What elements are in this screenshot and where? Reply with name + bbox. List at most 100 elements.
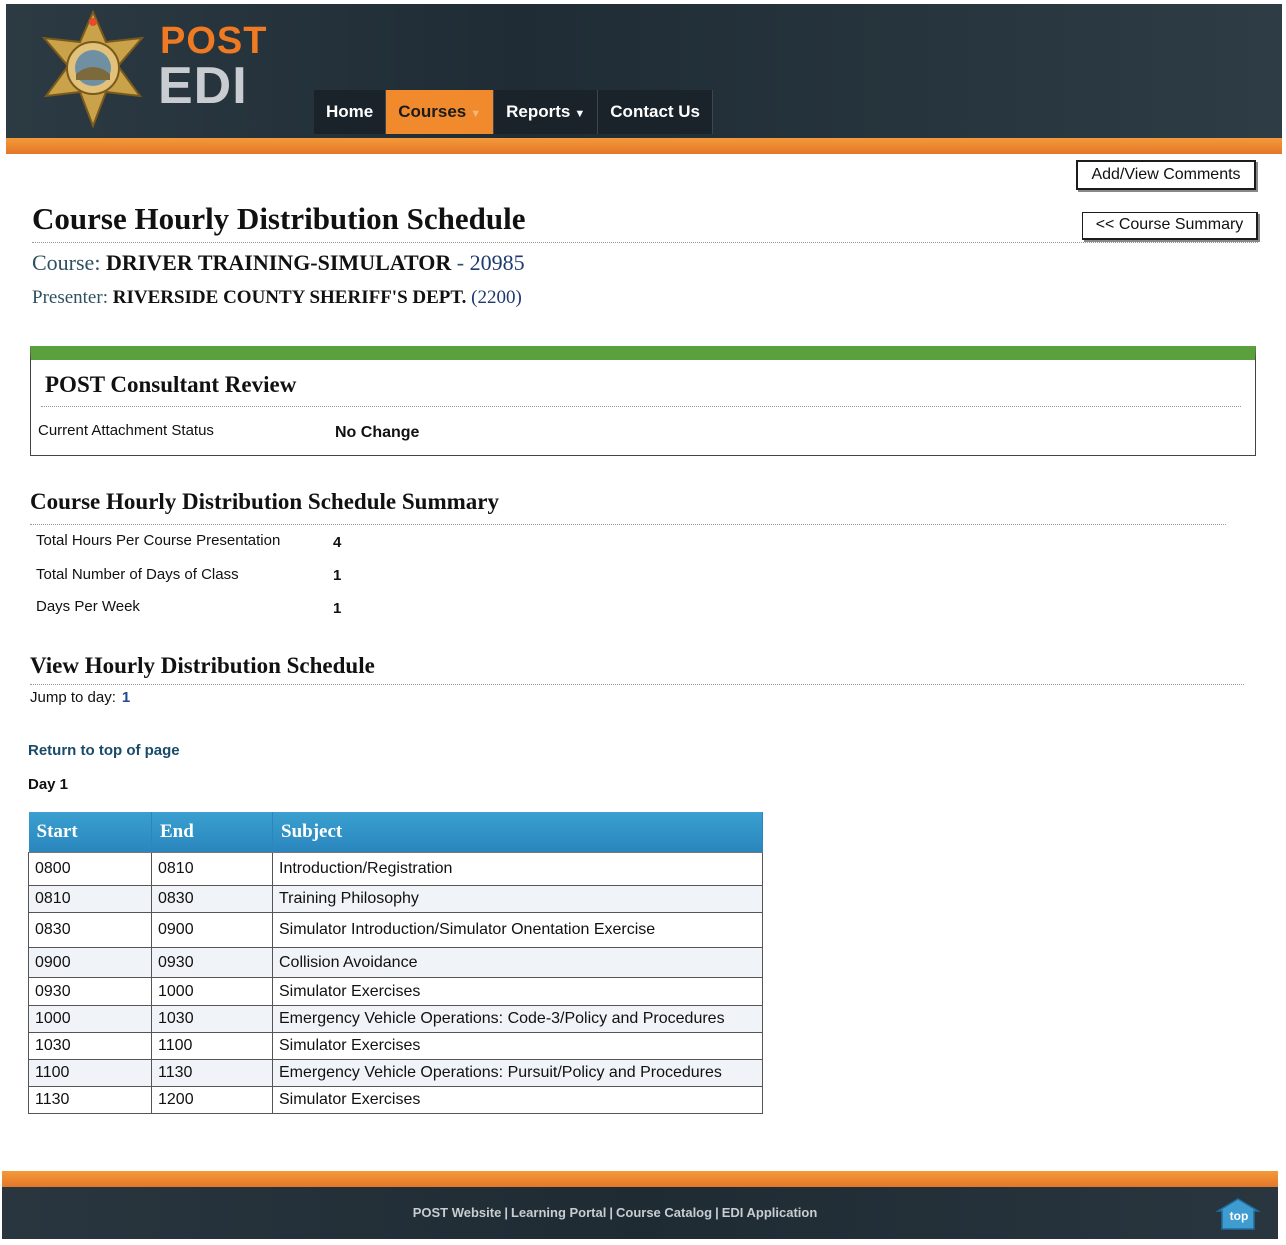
summary-value: 4 bbox=[333, 534, 342, 551]
course-summary-button[interactable]: << Course Summary bbox=[1082, 212, 1258, 240]
cell-end: 1100 bbox=[151, 1032, 273, 1060]
footer-separator: | bbox=[504, 1205, 508, 1220]
cell-end: 0830 bbox=[151, 885, 273, 913]
nav-courses[interactable]: Courses ▼ bbox=[386, 90, 495, 134]
column-header-subject: Subject bbox=[272, 812, 763, 853]
presenter-number: (2200) bbox=[471, 287, 522, 308]
title-divider bbox=[32, 242, 1258, 243]
cell-end: 1000 bbox=[151, 977, 273, 1006]
table-row: 0930 1000 Simulator Exercises bbox=[28, 977, 763, 1006]
table-row: 1000 1030 Emergency Vehicle Operations: … bbox=[28, 1005, 763, 1033]
cell-start: 1130 bbox=[28, 1086, 152, 1114]
nav-contact-label: Contact Us bbox=[610, 102, 701, 121]
cell-subject: Simulator Exercises bbox=[272, 1032, 763, 1060]
nav-reports[interactable]: Reports ▼ bbox=[494, 90, 599, 134]
cell-start: 1030 bbox=[28, 1032, 152, 1060]
cell-end: 1130 bbox=[151, 1059, 273, 1087]
table-header-row: Start End Subject bbox=[28, 812, 763, 853]
footer-accent-bar bbox=[2, 1171, 1278, 1187]
cell-end: 1030 bbox=[151, 1005, 273, 1033]
cell-subject: Simulator Exercises bbox=[272, 1086, 763, 1114]
course-number: 20985 bbox=[469, 250, 525, 275]
summary-value: 1 bbox=[333, 600, 342, 617]
table-row: 0900 0930 Collision Avoidance bbox=[28, 947, 763, 978]
site-footer: POST Website | Learning Portal | Course Cata… bbox=[2, 1187, 1278, 1239]
cell-subject: Introduction/Registration bbox=[272, 852, 763, 886]
dropdown-caret-icon: ▼ bbox=[470, 108, 482, 120]
nav-courses-label: Courses bbox=[398, 102, 467, 121]
footer-link-course-catalog[interactable]: Course Catalog bbox=[616, 1205, 712, 1220]
column-header-start: Start bbox=[28, 812, 152, 853]
attachment-status-value: No Change bbox=[335, 424, 420, 441]
badge-logo-icon[interactable] bbox=[34, 8, 152, 130]
footer-separator: | bbox=[609, 1205, 613, 1220]
summary-label: Total Number of Days of Class bbox=[36, 566, 239, 583]
nav-contact[interactable]: Contact Us bbox=[598, 90, 714, 134]
cell-subject: Simulator Exercises bbox=[272, 977, 763, 1006]
day-heading: Day 1 bbox=[28, 776, 69, 793]
summary-title: Course Hourly Distribution Schedule Summ… bbox=[30, 489, 499, 514]
page-title: Course Hourly Distribution Schedule bbox=[32, 201, 526, 236]
summary-divider bbox=[30, 524, 1226, 525]
column-header-end: End bbox=[151, 812, 273, 853]
jump-to-day: Jump to day: 1 bbox=[30, 689, 130, 706]
summary-label: Days Per Week bbox=[36, 598, 140, 615]
footer-separator: | bbox=[715, 1205, 719, 1220]
nav-home[interactable]: Home bbox=[314, 90, 387, 134]
schedule-divider bbox=[30, 684, 1244, 685]
course-name: DRIVER TRAINING-SIMULATOR bbox=[105, 250, 452, 275]
logo-post-text: POST bbox=[160, 20, 268, 62]
footer-link-learning-portal[interactable]: Learning Portal bbox=[511, 1205, 606, 1220]
table-row: 0810 0830 Training Philosophy bbox=[28, 885, 763, 913]
cell-subject: Simulator Introduction/Simulator Onentat… bbox=[272, 912, 763, 948]
review-title: POST Consultant Review bbox=[45, 372, 297, 397]
presenter-name: RIVERSIDE COUNTY SHERIFF'S DEPT. bbox=[112, 287, 467, 308]
add-view-comments-button[interactable]: Add/View Comments bbox=[1076, 160, 1256, 190]
course-label: Course: bbox=[32, 250, 101, 275]
schedule-title: View Hourly Distribution Schedule bbox=[30, 653, 375, 678]
cell-start: 0900 bbox=[28, 947, 152, 978]
schedule-table: Start End Subject 0800 0810 Introduction… bbox=[28, 812, 763, 1114]
table-row: 0830 0900 Simulator Introduction/Simulat… bbox=[28, 912, 763, 948]
header-accent-bar bbox=[6, 138, 1282, 154]
logo-edi-text: EDI bbox=[158, 57, 248, 115]
cell-start: 1100 bbox=[28, 1059, 152, 1087]
return-to-top-link[interactable]: Return to top of page bbox=[28, 742, 180, 759]
cell-end: 0810 bbox=[151, 852, 273, 886]
cell-end: 0900 bbox=[151, 912, 273, 948]
table-row: 1030 1100 Simulator Exercises bbox=[28, 1032, 763, 1060]
cell-start: 1000 bbox=[28, 1005, 152, 1033]
cell-start: 0810 bbox=[28, 885, 152, 913]
cell-start: 0830 bbox=[28, 912, 152, 948]
consultant-review-panel: POST Consultant Review Current Attachmen… bbox=[30, 346, 1256, 456]
cell-end: 0930 bbox=[151, 947, 273, 978]
cell-subject: Training Philosophy bbox=[272, 885, 763, 913]
top-button-label[interactable]: top bbox=[1222, 1209, 1256, 1223]
cell-subject: Collision Avoidance bbox=[272, 947, 763, 978]
table-row: 1100 1130 Emergency Vehicle Operations: … bbox=[28, 1059, 763, 1087]
cell-subject: Emergency Vehicle Operations: Pursuit/Po… bbox=[272, 1059, 763, 1087]
review-divider bbox=[41, 406, 1241, 407]
table-row: 0800 0810 Introduction/Registration bbox=[28, 852, 763, 886]
jump-label: Jump to day: bbox=[30, 689, 116, 706]
dropdown-caret-icon: ▼ bbox=[574, 108, 586, 120]
cell-subject: Emergency Vehicle Operations: Code-3/Pol… bbox=[272, 1005, 763, 1033]
presenter-line: Presenter: RIVERSIDE COUNTY SHERIFF'S DE… bbox=[32, 287, 522, 309]
nav-home-label: Home bbox=[326, 102, 374, 121]
presenter-label: Presenter: bbox=[32, 287, 108, 308]
cell-end: 1200 bbox=[151, 1086, 273, 1114]
jump-day-link[interactable]: 1 bbox=[122, 689, 130, 706]
footer-link-post-website[interactable]: POST Website bbox=[413, 1205, 502, 1220]
summary-value: 1 bbox=[333, 567, 342, 584]
course-line: Course: DRIVER TRAINING-SIMULATOR - 2098… bbox=[32, 250, 525, 276]
nav-reports-label: Reports bbox=[506, 102, 571, 121]
cell-start: 0930 bbox=[28, 977, 152, 1006]
course-separator: - bbox=[451, 250, 470, 275]
table-row: 1130 1200 Simulator Exercises bbox=[28, 1086, 763, 1114]
cell-start: 0800 bbox=[28, 852, 152, 886]
main-nav: Home Courses ▼ Reports ▼ Contact Us bbox=[314, 90, 714, 134]
attachment-status-label: Current Attachment Status bbox=[38, 422, 214, 439]
summary-label: Total Hours Per Course Presentation bbox=[36, 532, 281, 549]
footer-link-edi-application[interactable]: EDI Application bbox=[722, 1205, 818, 1220]
footer-links: POST Website | Learning Portal | Course Cata… bbox=[2, 1205, 1228, 1220]
